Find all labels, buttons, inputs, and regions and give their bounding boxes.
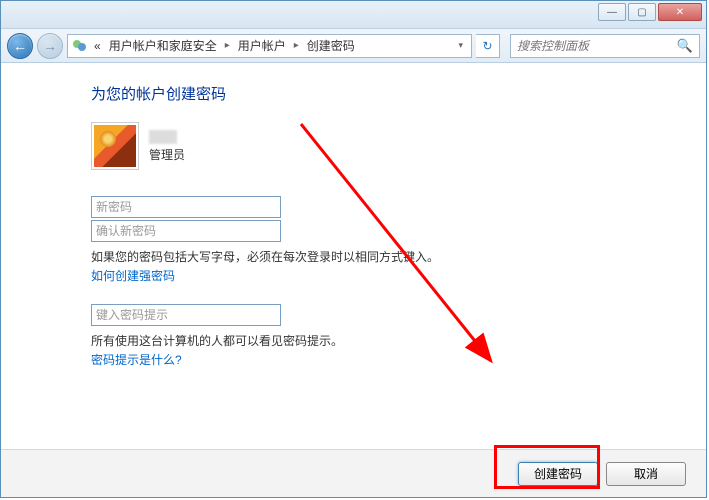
search-input[interactable] (517, 39, 677, 53)
cancel-button[interactable]: 取消 (606, 462, 686, 486)
user-avatar (91, 122, 139, 170)
close-button[interactable]: ✕ (658, 3, 702, 21)
forward-button[interactable]: → (37, 33, 63, 59)
navigation-bar: ← → « 用户帐户和家庭安全 ▸ 用户帐户 ▸ 创建密码 ▾ ↻ 🔍 (1, 29, 706, 63)
content-area: 为您的帐户创建密码 管理员 如果您的密码包括大写字母，必须在每次登录时以相同方式… (1, 63, 706, 449)
caps-hint-text: 如果您的密码包括大写字母，必须在每次登录时以相同方式键入。 (91, 248, 676, 265)
address-bar[interactable]: « 用户帐户和家庭安全 ▸ 用户帐户 ▸ 创建密码 ▾ (67, 34, 472, 58)
search-box[interactable]: 🔍 (510, 34, 700, 58)
maximize-button[interactable]: ▢ (628, 3, 656, 21)
password-hint-section: 所有使用这台计算机的人都可以看见密码提示。 密码提示是什么? (91, 304, 676, 368)
hint-visibility-text: 所有使用这台计算机的人都可以看见密码提示。 (91, 332, 676, 349)
page-title: 为您的帐户创建密码 (91, 83, 676, 104)
search-icon: 🔍 (677, 38, 693, 54)
back-button[interactable]: ← (7, 33, 33, 59)
control-panel-icon (72, 38, 88, 54)
footer-bar: 创建密码 取消 (1, 449, 706, 497)
hint-help-link[interactable]: 密码提示是什么? (91, 351, 676, 368)
new-password-input[interactable] (91, 196, 281, 218)
breadcrumb-item-2[interactable]: 用户帐户 (236, 37, 288, 54)
user-role-label: 管理员 (149, 146, 185, 163)
password-hint-input[interactable] (91, 304, 281, 326)
create-password-button[interactable]: 创建密码 (518, 462, 598, 486)
breadcrumb-item-3[interactable]: 创建密码 (305, 37, 357, 54)
breadcrumb-prefix: « (92, 39, 103, 53)
address-dropdown-icon[interactable]: ▾ (454, 40, 467, 51)
minimize-button[interactable]: — (598, 3, 626, 21)
window-controls: — ▢ ✕ (598, 3, 702, 21)
user-name-redacted (149, 130, 177, 144)
chevron-right-icon: ▸ (223, 40, 232, 51)
user-account-block: 管理员 (91, 122, 676, 170)
title-bar: — ▢ ✕ (1, 1, 706, 29)
user-info: 管理员 (149, 130, 185, 163)
breadcrumb-item-1[interactable]: 用户帐户和家庭安全 (107, 37, 219, 54)
avatar-flower-image (94, 125, 136, 167)
confirm-password-input[interactable] (91, 220, 281, 242)
refresh-icon: ↻ (482, 39, 492, 53)
window-frame: — ▢ ✕ ← → « 用户帐户和家庭安全 ▸ 用户帐户 ▸ 创建密码 ▾ ↻ (0, 0, 707, 498)
refresh-button[interactable]: ↻ (476, 34, 500, 58)
strong-password-link[interactable]: 如何创建强密码 (91, 267, 676, 284)
chevron-right-icon: ▸ (292, 40, 301, 51)
